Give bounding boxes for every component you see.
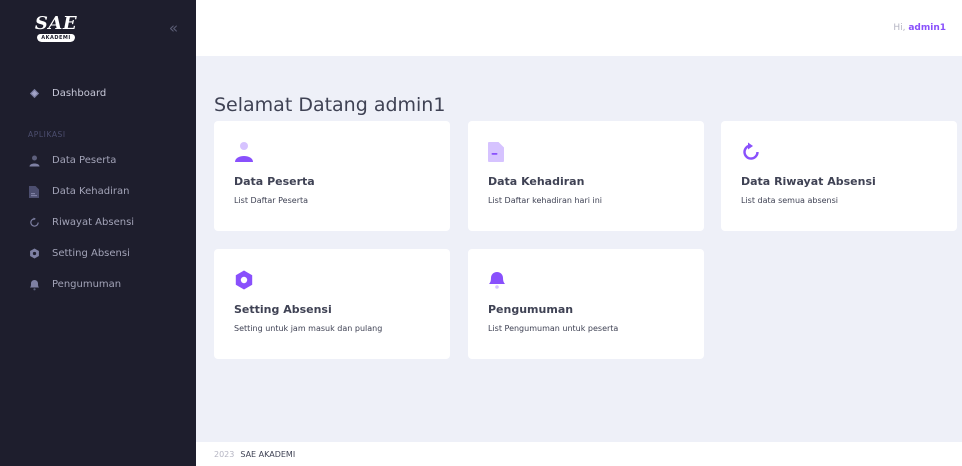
card-title: Setting Absensi [234, 303, 332, 316]
card-data-peserta[interactable]: Data Peserta List Daftar Peserta [214, 121, 450, 231]
file-icon [488, 141, 510, 163]
user-icon [28, 155, 40, 167]
refresh-icon [28, 217, 40, 229]
card-title: Data Riwayat Absensi [741, 175, 876, 188]
file-icon [28, 185, 40, 198]
card-description: List Daftar Peserta [234, 196, 309, 205]
gear-icon [28, 248, 40, 260]
brand: SAE AKADEMI « [0, 0, 196, 56]
card-data-riwayat-absensi[interactable]: Data Riwayat Absensi List data semua abs… [721, 121, 957, 231]
card-description: Setting untuk jam masuk dan pulang [234, 324, 383, 333]
card-description: List data semua absensi [741, 196, 839, 205]
card-title: Data Peserta [234, 175, 315, 188]
greeting-prefix: Hi, [893, 23, 906, 33]
sidebar: SAE AKADEMI « Dashboard APLIKASI Data Pe… [0, 0, 196, 466]
sidebar-item-label: Pengumuman [52, 279, 122, 290]
card-pengumuman[interactable]: Pengumuman List Pengumuman untuk peserta [468, 249, 704, 359]
footer: 2023 SAE AKADEMI [196, 442, 962, 466]
bell-icon [28, 279, 40, 291]
sidebar-item-label: Data Peserta [52, 155, 117, 166]
top-header: Hi, admin1 [196, 0, 962, 56]
diamond-icon [28, 88, 40, 100]
card-description: List Pengumuman untuk peserta [488, 324, 619, 333]
sidebar-item-label: Dashboard [52, 88, 107, 99]
sidebar-item-label: Setting Absensi [52, 248, 130, 259]
refresh-icon [741, 141, 763, 163]
logo-script: SAE [34, 12, 78, 34]
username: admin1 [908, 23, 946, 33]
card-data-kehadiran[interactable]: Data Kehadiran List Daftar kehadiran har… [468, 121, 704, 231]
card-title: Pengumuman [488, 303, 574, 316]
sidebar-item-pengumuman[interactable]: Pengumuman [0, 269, 196, 300]
card-description: List Daftar kehadiran hari ini [488, 196, 603, 205]
sidebar-item-riwayat-absensi[interactable]: Riwayat Absensi [0, 207, 196, 238]
bell-icon [488, 269, 510, 291]
user-icon [234, 141, 256, 163]
card-title: Data Kehadiran [488, 175, 585, 188]
sidebar-item-label: Data Kehadiran [52, 186, 130, 197]
footer-year: 2023 [214, 449, 235, 459]
sidebar-item-label: Riwayat Absensi [52, 217, 135, 228]
sidebar-section-label: APLIKASI [28, 130, 66, 139]
logo[interactable]: SAE AKADEMI [30, 12, 82, 42]
gear-icon [234, 269, 256, 291]
sidebar-item-data-kehadiran[interactable]: Data Kehadiran [0, 176, 196, 207]
collapse-sidebar-icon[interactable]: « [169, 20, 178, 36]
logo-ribbon: AKADEMI [37, 33, 75, 42]
user-greeting[interactable]: Hi, admin1 [893, 23, 946, 33]
sidebar-menu: Dashboard APLIKASI Data Peserta Data Keh… [0, 56, 196, 300]
sidebar-item-setting-absensi[interactable]: Setting Absensi [0, 238, 196, 269]
page-title: Selamat Datang admin1 [214, 94, 446, 116]
footer-org-link[interactable]: SAE AKADEMI [240, 450, 295, 459]
card-setting-absensi[interactable]: Setting Absensi Setting untuk jam masuk … [214, 249, 450, 359]
main-content: Selamat Datang admin1 Data Peserta List … [196, 56, 962, 442]
sidebar-item-dashboard[interactable]: Dashboard [0, 78, 196, 109]
sidebar-item-data-peserta[interactable]: Data Peserta [0, 145, 196, 176]
